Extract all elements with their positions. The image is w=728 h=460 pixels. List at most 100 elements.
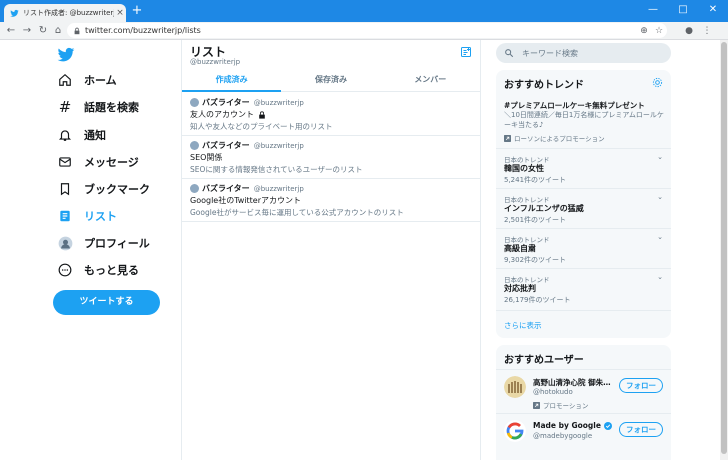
list-name: SEO関係 bbox=[190, 153, 223, 162]
nav-lists[interactable]: リスト bbox=[56, 205, 117, 227]
home-button[interactable]: ⌂ bbox=[51, 23, 65, 39]
bookmark-star-icon[interactable]: ☆ bbox=[652, 24, 666, 38]
trend-item[interactable]: 日本のトレンド ⌄ 対応批判 26,179件のツイート bbox=[496, 268, 671, 310]
minimize-button[interactable]: — bbox=[638, 0, 668, 22]
follow-button[interactable]: フォロー bbox=[619, 378, 663, 393]
list-item[interactable]: バズライター @buzzwriterjp Google社のTwitterアカウン… bbox=[182, 179, 480, 222]
avatar-icon bbox=[56, 234, 74, 252]
chevron-down-icon[interactable]: ⌄ bbox=[657, 153, 663, 161]
promoted-label: プロモーション bbox=[543, 402, 589, 410]
page-subtitle: @buzzwriterjp bbox=[190, 58, 241, 66]
list-name-row: Google社のTwitterアカウント bbox=[190, 195, 301, 206]
list-owner: バズライター @buzzwriterjp bbox=[190, 183, 304, 194]
extension-icon[interactable]: ⊕ bbox=[637, 24, 651, 38]
user-item[interactable]: Made by Google @madebygoogle フォロー bbox=[496, 413, 671, 457]
trend-count: 26,179件のツイート bbox=[504, 296, 571, 304]
owner-name: バズライター bbox=[202, 184, 250, 193]
trend-item[interactable]: 日本のトレンド ⌄ 高級自粛 9,302件のツイート bbox=[496, 228, 671, 268]
chevron-down-icon[interactable]: ⌄ bbox=[657, 233, 663, 241]
promoted-icon bbox=[504, 134, 511, 142]
show-more-link[interactable]: さらに表示 bbox=[504, 320, 542, 331]
list-tabs: 作成済み 保存済み メンバー bbox=[182, 68, 480, 92]
list-icon bbox=[56, 207, 74, 225]
user-name: 高野山清浄心院 御朱… bbox=[533, 378, 611, 387]
url-text: twitter.com/buzzwriterjp/lists bbox=[85, 26, 201, 35]
list-description: SEOに関する情報発信されているユーザーのリスト bbox=[190, 165, 363, 174]
nav-home[interactable]: ホーム bbox=[56, 69, 117, 91]
chevron-down-icon[interactable]: ⌄ bbox=[657, 273, 663, 281]
nav-label: メッセージ bbox=[84, 156, 139, 169]
list-item[interactable]: バズライター @buzzwriterjp 友人のアカウント 知人や友人などのプラ… bbox=[182, 93, 480, 136]
user-handle: @hotokudo bbox=[533, 388, 573, 396]
new-list-icon[interactable] bbox=[460, 46, 472, 58]
trend-item[interactable]: 日本のトレンド ⌄ インフルエンザの猛威 2,501件のツイート bbox=[496, 188, 671, 228]
close-window-button[interactable]: ✕ bbox=[698, 0, 728, 22]
nav-label: プロフィール bbox=[84, 237, 150, 250]
lock-icon bbox=[74, 27, 80, 34]
reload-button[interactable]: ↻ bbox=[36, 23, 50, 39]
trend-item[interactable]: 日本のトレンド ⌄ 韓国の女性 5,241件のツイート bbox=[496, 148, 671, 188]
promoted-trend[interactable]: #プレミアムロールケーキ無料プレゼント ＼10日間連続／毎日1万名様にプレミアム… bbox=[496, 96, 671, 146]
back-button[interactable]: ← bbox=[4, 23, 18, 39]
browser-tab[interactable]: リスト作成者: @buzzwriterjp / Twi × bbox=[4, 4, 126, 22]
verified-badge-icon bbox=[603, 421, 612, 430]
mail-icon bbox=[56, 153, 74, 171]
forward-button[interactable]: → bbox=[20, 23, 34, 39]
search-input[interactable]: キーワード検索 bbox=[496, 43, 671, 63]
nav-more[interactable]: もっと見る bbox=[56, 259, 139, 281]
twitter-bird-icon bbox=[10, 9, 19, 17]
nav-messages[interactable]: メッセージ bbox=[56, 151, 139, 173]
tweet-button[interactable]: ツイートする bbox=[53, 290, 160, 315]
user-name-row: Made by Google bbox=[533, 421, 612, 430]
gear-icon[interactable] bbox=[652, 77, 663, 88]
owner-name: バズライター bbox=[202, 141, 250, 150]
tab-title: リスト作成者: @buzzwriterjp / Twi bbox=[23, 9, 114, 17]
title-bar: リスト作成者: @buzzwriterjp / Twi × + — □ ✕ bbox=[0, 0, 728, 22]
trend-name: 韓国の女性 bbox=[504, 164, 544, 173]
nav-label: 通知 bbox=[84, 129, 106, 142]
scrollbar-thumb[interactable] bbox=[721, 42, 727, 454]
users-title: おすすめユーザー bbox=[504, 355, 584, 366]
twitter-logo-icon[interactable] bbox=[56, 46, 76, 64]
who-to-follow-panel: おすすめユーザー 高野山清浄心院 御朱… @hotokudo プロモーション フ… bbox=[496, 345, 671, 460]
nav-label: ホーム bbox=[84, 74, 117, 87]
promo-description: ＼10日間連続／毎日1万名様にプレミアムロールケーキ当たる♪ bbox=[504, 111, 664, 129]
address-bar[interactable]: twitter.com/buzzwriterjp/lists bbox=[67, 23, 667, 38]
user-item[interactable]: 高野山清浄心院 御朱… @hotokudo プロモーション フォロー bbox=[496, 369, 671, 413]
browser-toolbar: ← → ↻ ⌂ twitter.com/buzzwriterjp/lists ⊕… bbox=[0, 22, 728, 40]
bookmark-icon bbox=[56, 180, 74, 198]
profile-icon[interactable]: ● bbox=[682, 24, 696, 38]
scrollbar[interactable] bbox=[720, 40, 728, 460]
user-handle: @madebygoogle bbox=[533, 432, 593, 440]
home-icon bbox=[56, 71, 74, 89]
owner-name: バズライター bbox=[202, 98, 250, 107]
owner-handle: @buzzwriterjp bbox=[253, 141, 304, 150]
trends-panel: おすすめトレンド #プレミアムロールケーキ無料プレゼント ＼10日間連続／毎日1… bbox=[496, 70, 671, 338]
list-owner: バズライター @buzzwriterjp bbox=[190, 140, 304, 151]
maximize-button[interactable]: □ bbox=[668, 0, 698, 22]
trend-count: 2,501件のツイート bbox=[504, 216, 567, 224]
tab-close-icon[interactable]: × bbox=[114, 8, 126, 18]
promoted-icon bbox=[533, 401, 540, 409]
browser-menu-icon[interactable]: ⋮ bbox=[700, 24, 714, 38]
trend-name: 対応批判 bbox=[504, 284, 536, 293]
tab-member[interactable]: メンバー bbox=[381, 68, 480, 91]
tab-created[interactable]: 作成済み bbox=[182, 68, 282, 92]
owner-handle: @buzzwriterjp bbox=[253, 98, 304, 107]
list-name-row: 友人のアカウント bbox=[190, 109, 266, 120]
list-item[interactable]: バズライター @buzzwriterjp SEO関係 SEOに関する情報発信され… bbox=[182, 136, 480, 179]
nav-notifications[interactable]: 通知 bbox=[56, 124, 106, 146]
more-icon bbox=[56, 261, 74, 279]
avatar bbox=[190, 141, 199, 150]
user-promoted: プロモーション bbox=[533, 400, 588, 410]
owner-handle: @buzzwriterjp bbox=[253, 184, 304, 193]
tab-saved[interactable]: 保存済み bbox=[281, 68, 380, 91]
nav-profile[interactable]: プロフィール bbox=[56, 232, 150, 254]
trend-name: 高級自粛 bbox=[504, 244, 536, 253]
nav-explore[interactable]: # 話題を検索 bbox=[56, 96, 139, 118]
follow-button[interactable]: フォロー bbox=[619, 422, 663, 437]
new-tab-button[interactable]: + bbox=[130, 4, 144, 18]
nav-label: 話題を検索 bbox=[84, 101, 139, 114]
nav-bookmarks[interactable]: ブックマーク bbox=[56, 178, 150, 200]
chevron-down-icon[interactable]: ⌄ bbox=[657, 193, 663, 201]
